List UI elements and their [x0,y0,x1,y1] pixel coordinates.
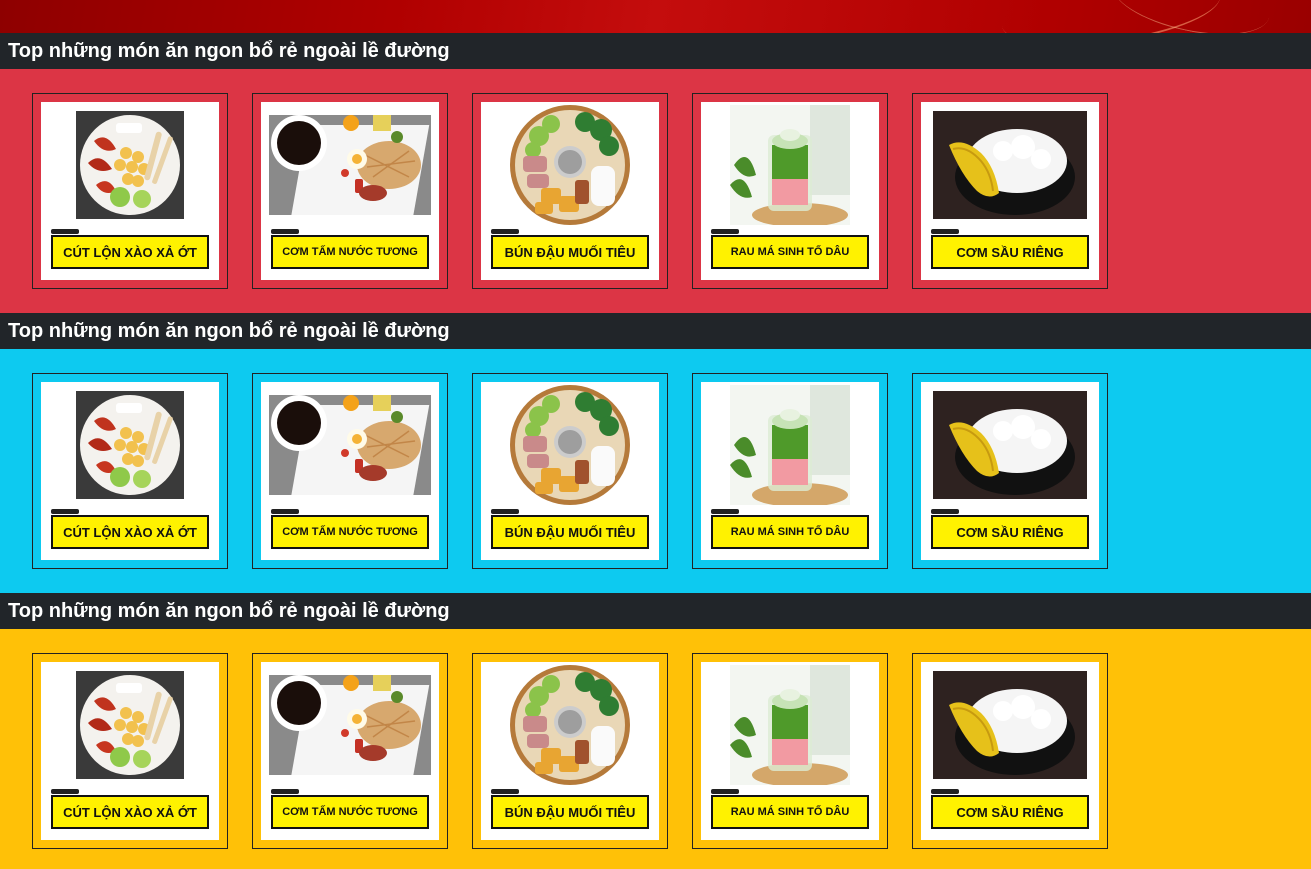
food-card[interactable]: CÚT LỘN XÀO XẢ ỚT [32,373,228,569]
food-card[interactable]: CƠM TẤM NƯỚC TƯƠNG [252,653,448,849]
food-card[interactable]: CƠM SẦU RIÊNG [912,93,1108,289]
food-image [709,385,871,505]
food-card[interactable]: CÚT LỘN XÀO XẢ ỚT [32,653,228,849]
food-image [489,665,651,785]
image-watermark-tag [931,229,959,234]
food-card[interactable]: CÚT LỘN XÀO XẢ ỚT [32,93,228,289]
food-image [489,105,651,225]
image-watermark-tag [491,789,519,794]
food-image [49,108,211,222]
food-label: CƠM TẤM NƯỚC TƯƠNG [271,795,429,829]
food-label: CƠM TẤM NƯỚC TƯƠNG [271,515,429,549]
food-card[interactable]: CƠM SẦU RIÊNG [912,653,1108,849]
image-watermark-tag [271,509,299,514]
food-label: CÚT LỘN XÀO XẢ ỚT [51,795,209,829]
food-card[interactable]: RAU MÁ SINH TỐ DÂU [692,653,888,849]
section-body: CÚT LỘN XÀO XẢ ỚT CƠM TẤM NƯỚC TƯƠNG BÚN… [0,69,1311,313]
image-watermark-tag [711,509,739,514]
food-image [49,668,211,782]
image-watermark-tag [271,229,299,234]
food-label: RAU MÁ SINH TỐ DÂU [711,795,869,829]
sections-container: Top những món ăn ngon bổ rẻ ngoài lề đườ… [0,33,1311,869]
image-watermark-tag [711,789,739,794]
food-image [269,108,431,222]
food-image [49,388,211,502]
food-card[interactable]: RAU MÁ SINH TỐ DÂU [692,93,888,289]
food-card[interactable]: RAU MÁ SINH TỐ DÂU [692,373,888,569]
food-card[interactable]: BÚN ĐẬU MUỐI TIÊU [472,653,668,849]
section-title: Top những món ăn ngon bổ rẻ ngoài lề đườ… [0,313,1311,349]
food-section: Top những món ăn ngon bổ rẻ ngoài lề đườ… [0,313,1311,593]
image-watermark-tag [491,229,519,234]
food-label: RAU MÁ SINH TỐ DÂU [711,515,869,549]
image-watermark-tag [51,509,79,514]
food-label: BÚN ĐẬU MUỐI TIÊU [491,515,649,549]
food-label: RAU MÁ SINH TỐ DÂU [711,235,869,269]
food-section: Top những món ăn ngon bổ rẻ ngoài lề đườ… [0,33,1311,313]
image-watermark-tag [51,789,79,794]
food-label: CƠM SẦU RIÊNG [931,795,1089,829]
food-image [489,385,651,505]
food-card[interactable]: CƠM SẦU RIÊNG [912,373,1108,569]
food-label: CÚT LỘN XÀO XẢ ỚT [51,515,209,549]
food-image [929,108,1091,222]
section-body: CÚT LỘN XÀO XẢ ỚT CƠM TẤM NƯỚC TƯƠNG BÚN… [0,629,1311,869]
top-banner [0,0,1311,33]
image-watermark-tag [931,509,959,514]
food-image [269,388,431,502]
section-title: Top những món ăn ngon bổ rẻ ngoài lề đườ… [0,33,1311,69]
food-label: BÚN ĐẬU MUỐI TIÊU [491,235,649,269]
section-title: Top những món ăn ngon bổ rẻ ngoài lề đườ… [0,593,1311,629]
food-label: CƠM TẤM NƯỚC TƯƠNG [271,235,429,269]
section-body: CÚT LỘN XÀO XẢ ỚT CƠM TẤM NƯỚC TƯƠNG BÚN… [0,349,1311,593]
food-image [929,668,1091,782]
food-section: Top những món ăn ngon bổ rẻ ngoài lề đườ… [0,593,1311,869]
food-label: CƠM SẦU RIÊNG [931,515,1089,549]
food-image [709,665,871,785]
food-label: CÚT LỘN XÀO XẢ ỚT [51,235,209,269]
image-watermark-tag [711,229,739,234]
food-card[interactable]: CƠM TẤM NƯỚC TƯƠNG [252,373,448,569]
food-card[interactable]: BÚN ĐẬU MUỐI TIÊU [472,373,668,569]
food-image [709,105,871,225]
food-card[interactable]: BÚN ĐẬU MUỐI TIÊU [472,93,668,289]
image-watermark-tag [271,789,299,794]
image-watermark-tag [931,789,959,794]
food-label: CƠM SẦU RIÊNG [931,235,1089,269]
food-image [929,388,1091,502]
image-watermark-tag [491,509,519,514]
food-card[interactable]: CƠM TẤM NƯỚC TƯƠNG [252,93,448,289]
food-image [269,668,431,782]
food-label: BÚN ĐẬU MUỐI TIÊU [491,795,649,829]
image-watermark-tag [51,229,79,234]
